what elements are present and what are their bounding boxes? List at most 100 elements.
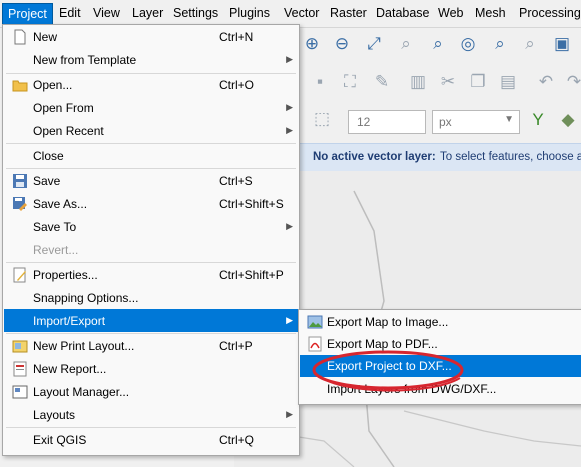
- submenu-arrow-icon: ▶: [286, 409, 293, 419]
- map-line-feature: [403, 410, 581, 447]
- cut-features-icon[interactable]: ✂: [436, 70, 460, 94]
- new-file-icon: [14, 29, 26, 45]
- menu-item-export-map-pdf[interactable]: Export Map to PDF...: [300, 333, 581, 355]
- menu-item-label: Open From: [33, 101, 94, 115]
- chevron-down-icon: ▼: [504, 114, 514, 125]
- zoom-selection-icon[interactable]: ⌕: [394, 32, 418, 56]
- menu-item-label: Snapping Options...: [33, 291, 139, 305]
- save-icon: [13, 174, 27, 188]
- unit-value: px: [439, 115, 452, 129]
- properties-icon: [13, 267, 26, 283]
- submenu-arrow-icon: ▶: [286, 315, 293, 325]
- menu-processing[interactable]: Processing: [519, 6, 581, 20]
- menu-item-label: New from Template: [33, 53, 137, 67]
- menu-item-layouts[interactable]: Layouts ▶: [4, 403, 298, 426]
- menu-item-exit[interactable]: Exit QGIS Ctrl+Q: [4, 428, 298, 451]
- digitize-vertex-icon[interactable]: Y: [526, 108, 550, 132]
- menu-item-label: New Report...: [33, 362, 107, 376]
- unit-combobox[interactable]: px ▼: [432, 110, 520, 134]
- menu-item-label: New Print Layout...: [33, 339, 135, 353]
- menu-settings[interactable]: Settings: [173, 6, 218, 20]
- menu-raster[interactable]: Raster: [330, 6, 367, 20]
- menu-mesh[interactable]: Mesh: [475, 6, 506, 20]
- menu-item-label: Layouts: [33, 408, 76, 422]
- delete-selected-icon[interactable]: ▥: [406, 70, 430, 94]
- menu-item-label: New: [33, 30, 58, 44]
- zoom-layer-icon[interactable]: ⌕: [426, 32, 450, 56]
- copy-features-icon[interactable]: ❐: [466, 70, 490, 94]
- menu-item-new-print-layout[interactable]: New Print Layout... Ctrl+P: [4, 334, 298, 357]
- save-edits-icon[interactable]: ▪: [308, 70, 332, 94]
- message-text: To select features, choose a: [440, 151, 581, 163]
- menu-project[interactable]: Project: [2, 3, 53, 25]
- menu-item-label: Close: [33, 149, 64, 163]
- layer-style-icon[interactable]: ⬚: [310, 107, 334, 131]
- menu-edit[interactable]: Edit: [59, 6, 81, 20]
- menu-item-save-as[interactable]: Save As... Ctrl+Shift+S: [4, 192, 298, 215]
- menu-item-export-project-dxf[interactable]: Export Project to DXF...: [300, 355, 581, 377]
- menu-item-new[interactable]: New Ctrl+N: [4, 25, 298, 48]
- menu-item-close[interactable]: Close: [4, 144, 298, 167]
- zoom-out-icon[interactable]: ⊖: [330, 32, 354, 56]
- menu-item-label: Import Layers from DWG/DXF...: [327, 382, 497, 396]
- zoom-in-icon[interactable]: ⊕: [300, 32, 324, 56]
- menu-item-label: Open...: [33, 78, 73, 92]
- menu-view[interactable]: View: [93, 6, 120, 20]
- zoom-next-icon[interactable]: ⌕: [518, 32, 542, 56]
- paste-features-icon[interactable]: ▤: [496, 70, 520, 94]
- redo-icon[interactable]: ↷: [562, 70, 581, 94]
- menu-item-label: Properties...: [33, 268, 98, 282]
- shape-digitize-icon[interactable]: ◆: [556, 108, 580, 132]
- menu-item-open-from[interactable]: Open From ▶: [4, 96, 298, 119]
- project-menu: New Ctrl+N New from Template ▶ Open... C…: [2, 24, 300, 456]
- menu-item-label: Exit QGIS: [33, 433, 87, 447]
- submenu-arrow-icon: ▶: [286, 102, 293, 112]
- shortcut-label: Ctrl+O: [219, 78, 255, 92]
- menu-item-import-dwg-dxf[interactable]: Import Layers from DWG/DXF...: [300, 378, 581, 400]
- shortcut-label: Ctrl+P: [219, 339, 253, 353]
- add-feature-icon[interactable]: ⛶: [338, 70, 362, 94]
- new-map-view-icon[interactable]: ▣: [550, 32, 574, 56]
- menu-database[interactable]: Database: [376, 6, 430, 20]
- menu-item-layout-manager[interactable]: Layout Manager...: [4, 380, 298, 403]
- submenu-arrow-icon: ▶: [286, 125, 293, 135]
- menu-item-label: Export Project to DXF...: [327, 359, 452, 373]
- menu-item-open-recent[interactable]: Open Recent ▶: [4, 119, 298, 142]
- zoom-last-icon[interactable]: ⌕: [488, 32, 512, 56]
- submenu-arrow-icon: ▶: [286, 54, 293, 64]
- menu-item-label: Open Recent: [33, 124, 104, 138]
- menu-item-label: Save As...: [33, 197, 88, 211]
- menu-item-label: Export Map to Image...: [327, 315, 449, 329]
- menu-item-snapping-options[interactable]: Snapping Options...: [4, 286, 298, 309]
- pdf-icon: [308, 336, 322, 352]
- menu-item-label: Export Map to PDF...: [327, 337, 438, 351]
- menu-item-new-report[interactable]: New Report...: [4, 357, 298, 380]
- zoom-full-icon[interactable]: ⤢: [362, 32, 386, 56]
- message-bar: No active vector layer: To select featur…: [300, 143, 581, 171]
- zoom-native-icon[interactable]: ◎: [456, 32, 480, 56]
- font-size-spinbox[interactable]: 12: [348, 110, 426, 134]
- menu-item-new-from-template[interactable]: New from Template ▶: [4, 48, 298, 71]
- menu-item-properties[interactable]: Properties... Ctrl+Shift+P: [4, 263, 298, 286]
- menu-vector[interactable]: Vector: [284, 6, 319, 20]
- menu-item-label: Revert...: [33, 243, 79, 257]
- menu-plugins[interactable]: Plugins: [229, 6, 270, 20]
- shortcut-label: Ctrl+S: [219, 174, 253, 188]
- digitizing-toolbar: ▪ ⛶ ✎ ▥ ✂ ❐ ▤ ↶ ↷: [296, 66, 581, 100]
- menu-item-label: Import/Export: [33, 314, 106, 328]
- menu-item-export-map-image[interactable]: Export Map to Image...: [300, 311, 581, 333]
- save-as-icon: [13, 197, 27, 211]
- font-size-value: 12: [357, 115, 371, 129]
- menu-web[interactable]: Web: [438, 6, 463, 20]
- undo-icon[interactable]: ↶: [534, 70, 558, 94]
- print-layout-icon: [12, 340, 28, 353]
- menu-item-save[interactable]: Save Ctrl+S: [4, 169, 298, 192]
- menu-item-save-to[interactable]: Save To ▶: [4, 215, 298, 238]
- shortcut-label: Ctrl+N: [219, 30, 254, 44]
- submenu-arrow-icon: ▶: [286, 221, 293, 231]
- menu-item-import-export[interactable]: Import/Export ▶: [4, 309, 298, 332]
- layout-manager-icon: [12, 385, 28, 399]
- vertex-tool-icon[interactable]: ✎: [370, 70, 394, 94]
- menu-layer[interactable]: Layer: [132, 6, 163, 20]
- menu-item-open[interactable]: Open... Ctrl+O: [4, 73, 298, 96]
